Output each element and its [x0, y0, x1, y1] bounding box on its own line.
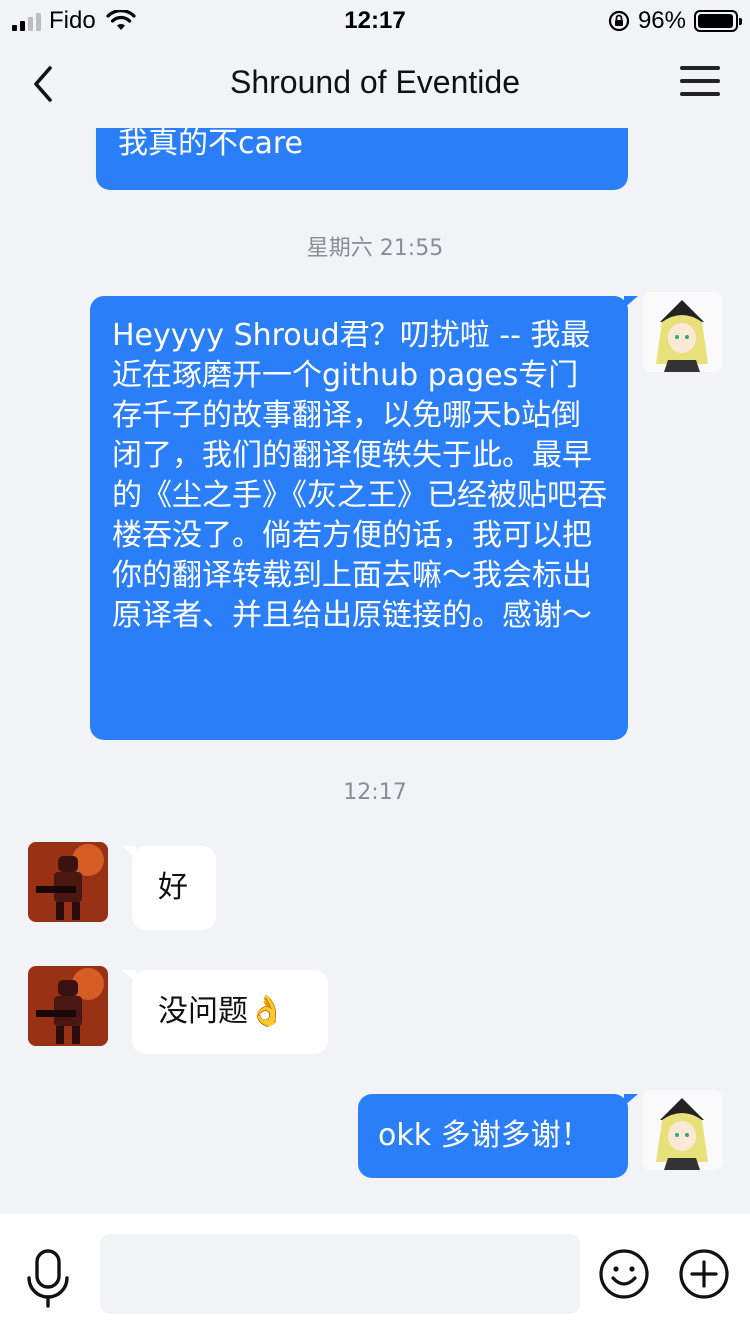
- menu-icon: [680, 66, 720, 70]
- battery-icon: [694, 10, 742, 32]
- message-text: 没问题👌: [158, 994, 286, 1029]
- chat-scroll-area[interactable]: 我真的不care 星期六 21:55 Heyyyy Shroud君？叨扰啦 --…: [0, 128, 750, 1214]
- avatar-image: [28, 966, 108, 1046]
- message-bubble-received[interactable]: 没问题👌: [122, 970, 328, 1054]
- contact-avatar[interactable]: [28, 842, 108, 922]
- timestamp: 星期六 21:55: [306, 236, 444, 261]
- message-bubble-received[interactable]: 好: [122, 846, 216, 930]
- rotation-lock-icon: [608, 10, 630, 32]
- more-options-button[interactable]: [678, 1248, 730, 1300]
- back-button[interactable]: [26, 62, 62, 106]
- timestamp: 12:17: [343, 780, 407, 805]
- message-bubble-sent[interactable]: okk 多谢多谢！: [358, 1094, 638, 1178]
- contact-avatar[interactable]: [28, 966, 108, 1046]
- avatar-image: [642, 292, 722, 372]
- message-text: okk 多谢多谢！: [378, 1118, 591, 1153]
- message-text: Heyyyy Shroud君？叨扰啦 -- 我最近在琢磨开一个github pa…: [112, 318, 607, 633]
- chevron-left-icon: [34, 66, 52, 102]
- nav-bar: Shround of Eventide: [0, 42, 750, 128]
- emoji-button[interactable]: [598, 1248, 650, 1300]
- battery-percent: 96%: [637, 7, 686, 34]
- smiley-icon: [599, 1249, 649, 1299]
- menu-button[interactable]: [680, 66, 720, 102]
- status-bar: Fido 12:17 96%: [0, 0, 750, 42]
- message-text: 我真的不care: [118, 128, 304, 161]
- message-bubble-sent[interactable]: Heyyyy Shroud君？叨扰啦 -- 我最近在琢磨开一个github pa…: [90, 296, 638, 740]
- avatar-image: [28, 842, 108, 922]
- input-bar: [0, 1214, 750, 1334]
- my-avatar[interactable]: [642, 1090, 722, 1170]
- my-avatar[interactable]: [642, 292, 722, 372]
- voice-input-button[interactable]: [26, 1248, 70, 1312]
- chat-title: Shround of Eventide: [230, 64, 520, 100]
- message-bubble-sent[interactable]: 我真的不care: [96, 128, 628, 190]
- microphone-icon: [27, 1249, 69, 1308]
- avatar-image: [642, 1090, 722, 1170]
- message-input[interactable]: [100, 1234, 580, 1314]
- plus-circle-icon: [679, 1249, 729, 1299]
- message-text: 好: [158, 870, 188, 905]
